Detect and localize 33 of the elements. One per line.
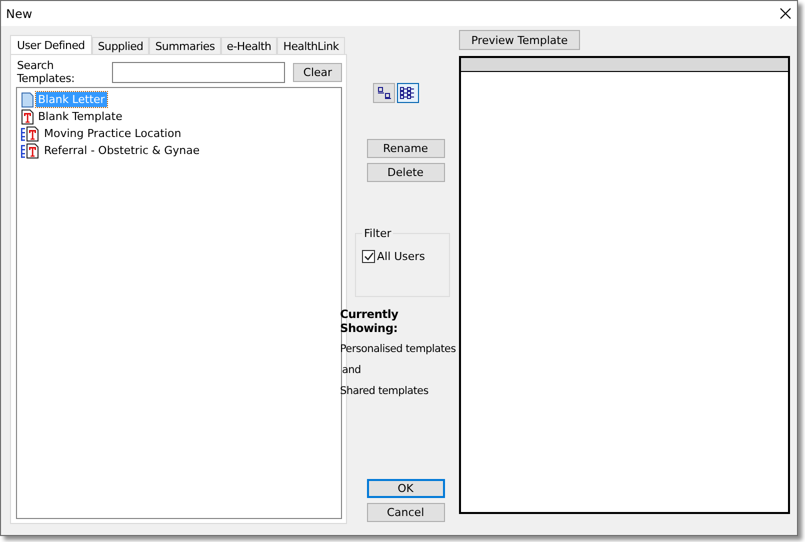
template-icon [21,108,34,124]
tab[interactable]: User Defined [10,35,92,54]
group-title: Filter [362,227,394,240]
document-icon [21,92,34,108]
ok-button[interactable]: OK [366,479,444,498]
preview-template-button[interactable]: Preview Template [459,30,580,50]
template-item[interactable]: Referral - Obstetric & Gynae [42,143,202,158]
rename-button[interactable]: Rename [366,139,444,158]
filter-description: and [341,364,362,377]
clear-button[interactable]: Clear [293,62,342,82]
large-icons-icon [377,87,391,99]
tab[interactable]: HealthLink [277,37,345,54]
shared-template-icon [21,126,40,142]
filter-description: Personalised templates [340,343,457,356]
tab[interactable]: Summaries [149,37,221,54]
tab[interactable]: Supplied [92,37,150,54]
tab[interactable]: e-Health [220,37,278,54]
shared-template-icon [21,142,40,158]
search-label: Search Templates: [16,59,76,85]
window-title: New [6,6,32,20]
close-icon[interactable] [780,8,791,19]
view-toggle-button[interactable] [373,83,395,103]
list-view-icon [400,86,416,100]
template-item[interactable]: Moving Practice Location [42,126,184,141]
template-item[interactable]: Blank Template [36,109,124,124]
view-toggle-button[interactable] [397,83,419,103]
filter-description: Shared templates [340,385,430,398]
checkbox[interactable] [362,250,375,263]
checkbox-label[interactable]: All Users [377,250,425,263]
section-heading: Currently Showing: [340,307,400,335]
delete-button[interactable]: Delete [366,163,444,182]
cancel-button[interactable]: Cancel [366,503,444,522]
search-field[interactable] [112,62,286,82]
